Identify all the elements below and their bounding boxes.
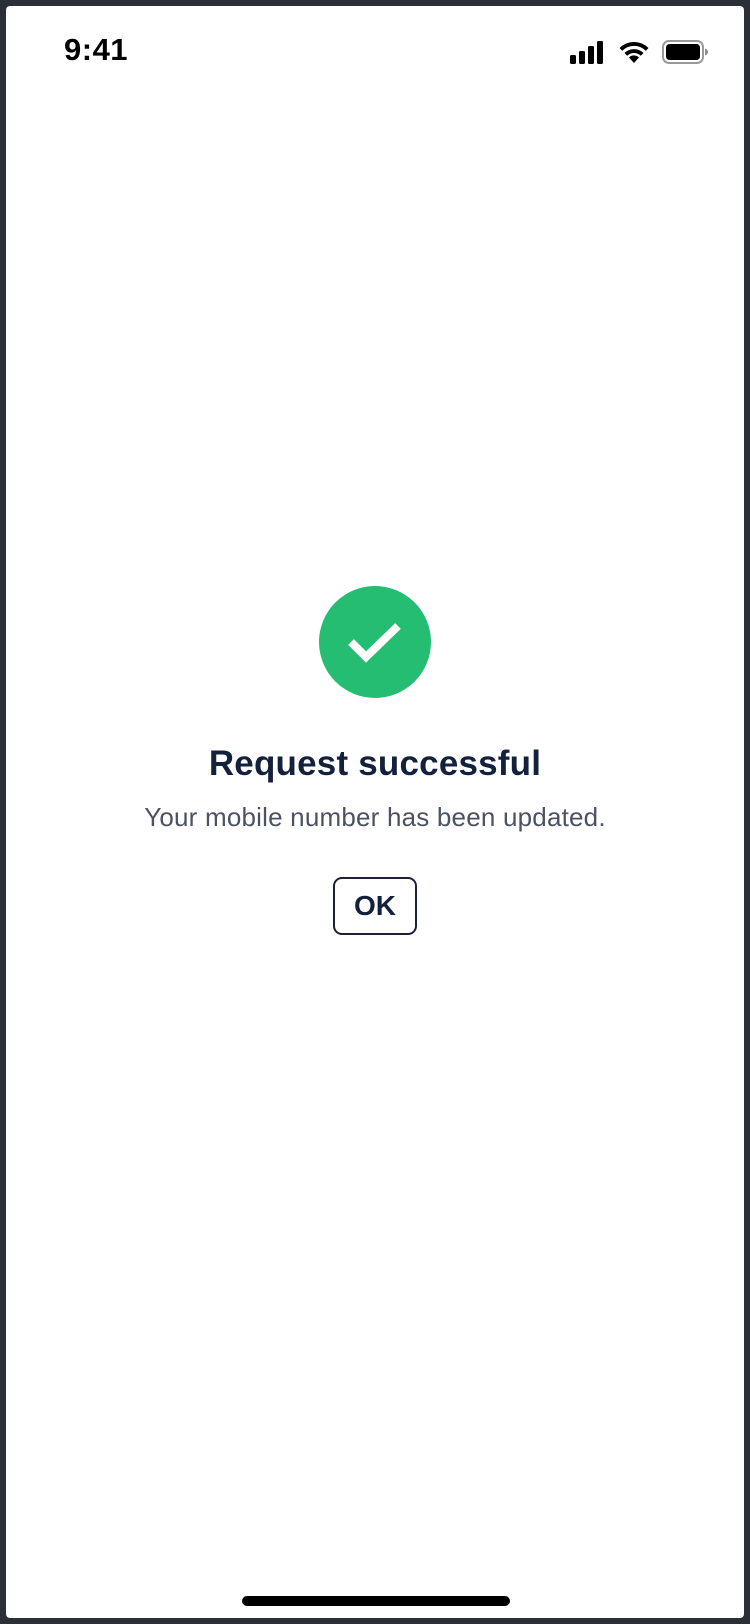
home-indicator[interactable] (242, 1596, 510, 1606)
wifi-icon (618, 40, 650, 64)
checkmark-icon (348, 623, 401, 663)
status-time: 9:41 (64, 32, 129, 67)
success-badge (319, 586, 431, 698)
battery-icon (662, 40, 708, 64)
status-icons (570, 34, 708, 70)
success-message: Your mobile number has been updated. (144, 802, 606, 832)
cellular-signal-icon (570, 40, 606, 64)
success-title: Request successful (208, 744, 542, 783)
phone-screen: 9:41 Request successful Your mobile numb… (6, 6, 744, 1618)
success-panel: Request successful Your mobile number ha… (6, 586, 744, 935)
status-bar: 9:41 (6, 6, 744, 90)
ok-button[interactable]: OK (333, 877, 417, 935)
